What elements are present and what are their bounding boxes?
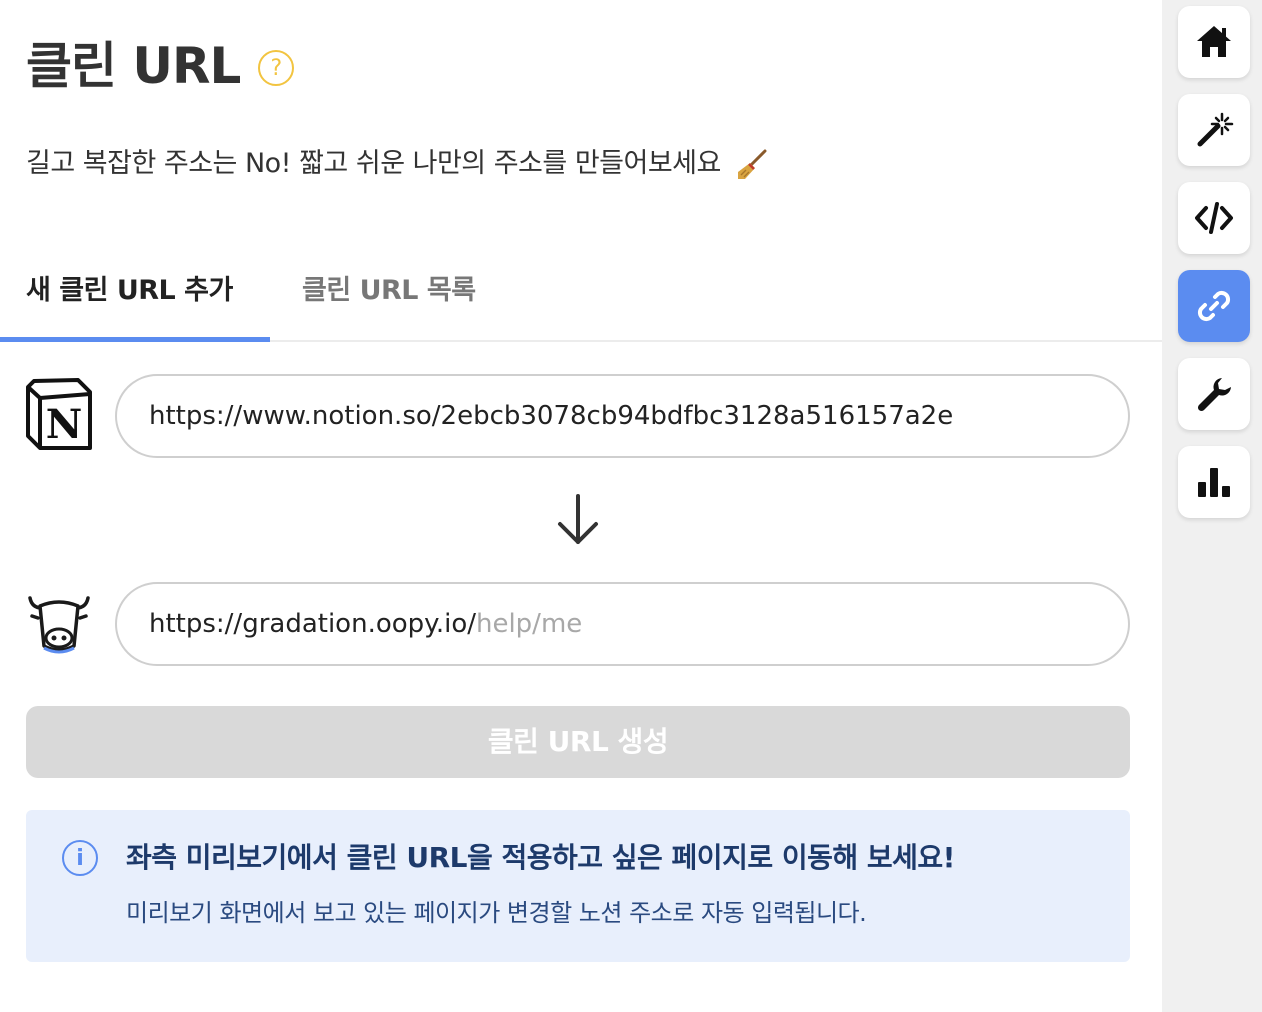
notion-url-input[interactable]: https://www.notion.so/2ebcb3078cb94bdfbc… bbox=[115, 374, 1130, 458]
sidebar-tools-button[interactable] bbox=[1178, 358, 1250, 430]
page-title: 클린 URL bbox=[26, 37, 241, 95]
link-icon bbox=[1197, 290, 1231, 322]
sidebar-link-button[interactable] bbox=[1178, 270, 1250, 342]
magic-wand-icon bbox=[1197, 112, 1234, 147]
tab-bar: 새 클린 URL 추가 클린 URL 목록 bbox=[0, 262, 1162, 342]
notion-logo: N bbox=[26, 378, 92, 454]
clean-url-prefix: https://gradation.oopy.io/ bbox=[149, 609, 476, 639]
subtitle-text: 길고 복잡한 주소는 No! 짧고 쉬운 나만의 주소를 만들어보세요 bbox=[26, 148, 721, 179]
broom-icon bbox=[737, 149, 767, 179]
tab-clean-url-list[interactable]: 클린 URL 목록 bbox=[302, 262, 476, 340]
sidebar-home-button[interactable] bbox=[1178, 6, 1250, 78]
info-title: 좌측 미리보기에서 클린 URL을 적용하고 싶은 페이지로 이동해 보세요! bbox=[126, 841, 955, 874]
create-clean-url-button[interactable]: 클린 URL 생성 bbox=[26, 706, 1130, 778]
svg-text:N: N bbox=[46, 401, 83, 448]
code-icon bbox=[1195, 202, 1233, 234]
oopy-logo bbox=[26, 588, 92, 664]
cow-icon bbox=[28, 596, 90, 654]
notion-url-value: https://www.notion.so/2ebcb3078cb94bdfbc… bbox=[149, 401, 954, 431]
info-banner: i 좌측 미리보기에서 클린 URL을 적용하고 싶은 페이지로 이동해 보세요… bbox=[26, 810, 1130, 962]
arrow-down-icon bbox=[558, 494, 598, 544]
clean-url-input[interactable]: https://gradation.oopy.io/help/me bbox=[115, 582, 1130, 666]
home-icon bbox=[1197, 26, 1231, 57]
sidebar-magic-button[interactable] bbox=[1178, 94, 1250, 166]
info-description: 미리보기 화면에서 보고 있는 페이지가 변경할 노션 주소로 자동 입력됩니다… bbox=[126, 899, 867, 927]
help-icon[interactable]: ? bbox=[258, 50, 295, 86]
notion-logo-icon: N bbox=[26, 378, 92, 450]
page-subtitle: 길고 복잡한 주소는 No! 짧고 쉬운 나만의 주소를 만들어보세요 bbox=[26, 144, 769, 184]
title-row: 클린 URL ? bbox=[26, 30, 295, 102]
bar-chart-icon bbox=[1198, 468, 1230, 497]
info-icon: i bbox=[62, 840, 98, 876]
clean-url-placeholder: help/me bbox=[475, 609, 583, 639]
sidebar-code-button[interactable] bbox=[1178, 182, 1250, 254]
tab-new-clean-url[interactable]: 새 클린 URL 추가 bbox=[0, 262, 270, 342]
sidebar-stats-button[interactable] bbox=[1178, 446, 1250, 518]
wrench-icon bbox=[1197, 378, 1231, 412]
main-panel: 클린 URL ? 길고 복잡한 주소는 No! 짧고 쉬운 나만의 주소를 만들… bbox=[0, 0, 1162, 1012]
